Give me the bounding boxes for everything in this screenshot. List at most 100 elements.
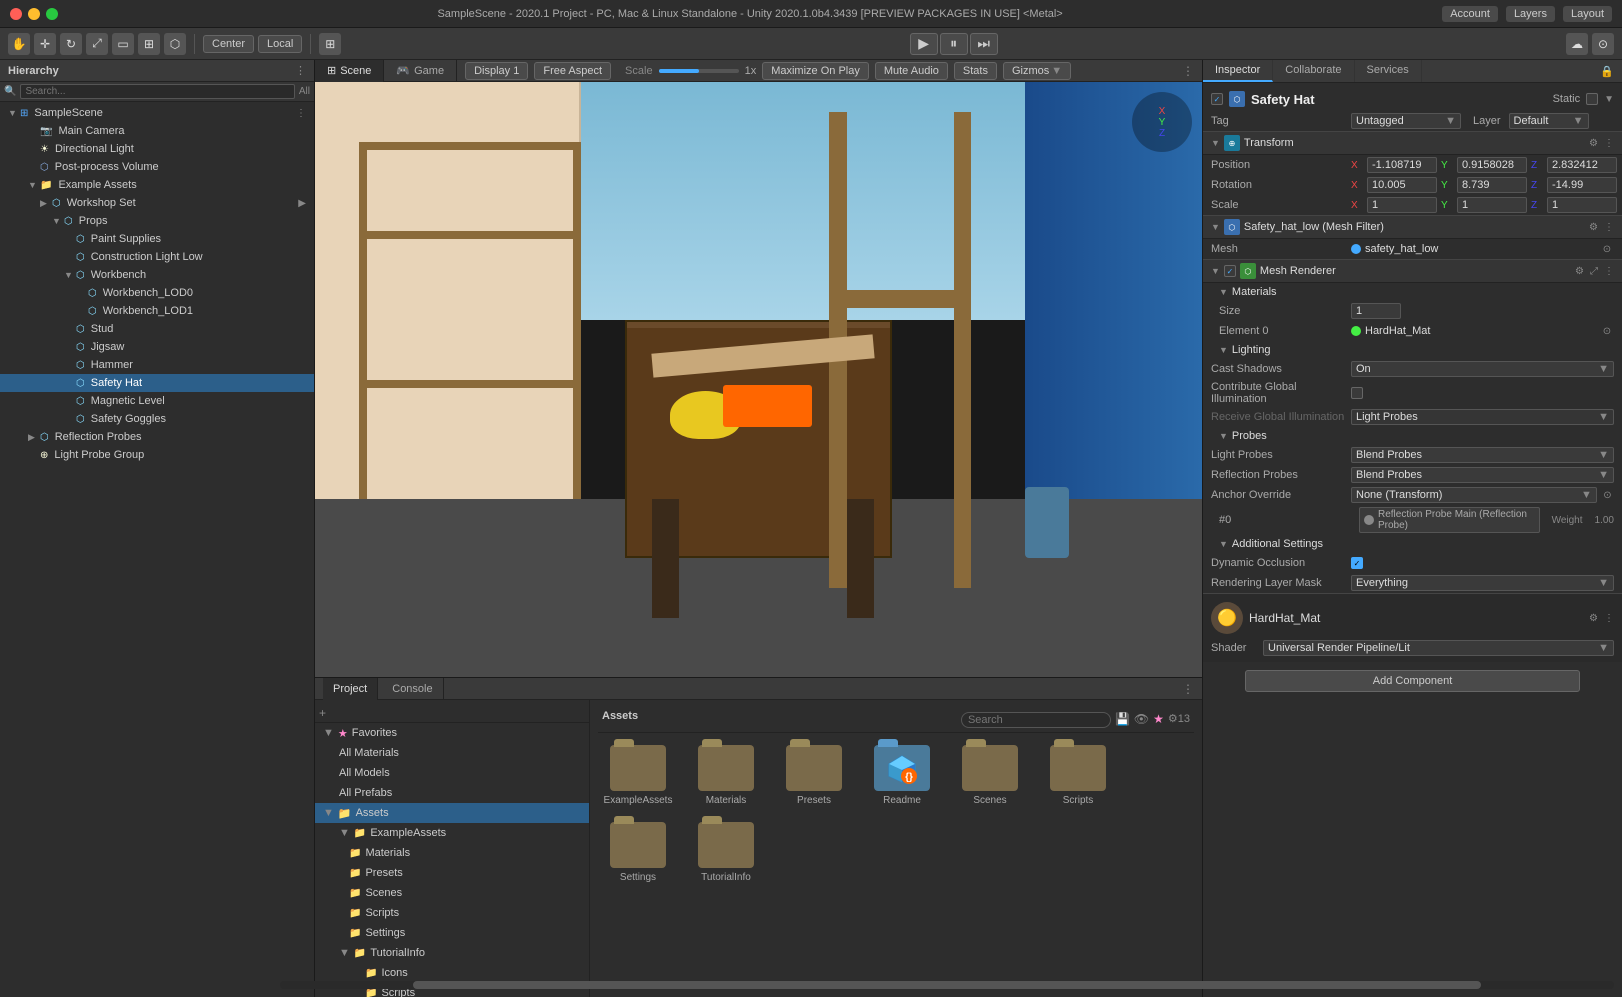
all-prefabs-item[interactable]: All Prefabs xyxy=(315,783,589,803)
tree-wb-lod0[interactable]: ⬡ Workbench_LOD0 xyxy=(0,284,314,302)
rot-x-input[interactable]: 10.005 xyxy=(1367,177,1437,193)
scale-slider[interactable] xyxy=(659,69,739,73)
layers-button[interactable]: Layers xyxy=(1506,6,1555,22)
pos-z-input[interactable]: 2.832412 xyxy=(1547,157,1617,173)
element-goto[interactable]: ⊙ xyxy=(1600,324,1614,338)
tree-scene-root[interactable]: ▼ ⊞ SampleScene ⋮ xyxy=(0,104,314,122)
size-input[interactable]: 1 xyxy=(1351,303,1401,319)
scale-y-input[interactable]: 1 xyxy=(1457,197,1527,213)
probes-sub[interactable]: ▼ Probes xyxy=(1203,427,1622,445)
console-tab[interactable]: Console xyxy=(382,678,443,700)
mr-expand[interactable]: ⤢ xyxy=(1590,266,1598,277)
pos-y-input[interactable]: 0.9158028 xyxy=(1457,157,1527,173)
hh-settings[interactable]: ⚙ xyxy=(1589,613,1598,624)
asset-presets[interactable]: Presets xyxy=(774,741,854,810)
icons-item[interactable]: 📁 Icons xyxy=(315,963,589,983)
custom-tool[interactable]: ⬡ xyxy=(164,33,186,55)
hh-more[interactable]: ⋮ xyxy=(1604,613,1614,624)
project-more[interactable]: ⋮ xyxy=(1182,682,1194,696)
mr-settings[interactable]: ⚙ xyxy=(1575,266,1584,277)
mesh-renderer-section[interactable]: ▼ ⬡ Mesh Renderer ⚙ ⤢ ⋮ xyxy=(1203,259,1622,283)
mr-more[interactable]: ⋮ xyxy=(1604,266,1614,277)
asset-example-assets[interactable]: ExampleAssets xyxy=(598,741,678,810)
lock-icon[interactable]: 🔒 xyxy=(1600,65,1614,78)
receive-gi-dropdown[interactable]: Light Probes ▼ xyxy=(1351,409,1614,425)
tree-workshop-set[interactable]: ▶ ⬡ Workshop Set ▶ xyxy=(0,194,314,212)
tree-hammer[interactable]: ⬡ Hammer xyxy=(0,356,314,374)
scripts-item[interactable]: 📁 Scripts xyxy=(315,903,589,923)
assets-search[interactable] xyxy=(961,712,1111,728)
tree-goggles[interactable]: ⬡ Safety Goggles xyxy=(0,410,314,428)
game-tab[interactable]: 🎮 Game xyxy=(384,60,457,82)
layer-dropdown[interactable]: Default ▼ xyxy=(1509,113,1589,129)
tree-directional-light[interactable]: ☀ Directional Light xyxy=(0,140,314,158)
add-component-button[interactable]: Add Component xyxy=(1245,670,1580,692)
account-button[interactable]: Account xyxy=(1442,6,1498,22)
rp-dropdown[interactable]: Blend Probes ▼ xyxy=(1351,467,1614,483)
transform-settings[interactable]: ⚙ xyxy=(1589,138,1598,149)
project-add[interactable]: + xyxy=(319,706,326,720)
services-tab[interactable]: Services xyxy=(1355,60,1422,82)
minimize-button[interactable] xyxy=(28,8,40,20)
static-arrow[interactable]: ▼ xyxy=(1604,94,1614,105)
asset-readme[interactable]: {} Readme xyxy=(862,741,942,810)
tree-safety-hat[interactable]: ⬡ Safety Hat xyxy=(0,374,314,392)
rot-y-input[interactable]: 8.739 xyxy=(1457,177,1527,193)
settings-item[interactable]: 📁 Settings xyxy=(315,923,589,943)
probe-reference[interactable]: Reflection Probe Main (Reflection Probe) xyxy=(1359,507,1540,533)
mesh-filter-section[interactable]: ▼ ⬡ Safety_hat_low (Mesh Filter) ⚙ ⋮ xyxy=(1203,215,1622,239)
scenes-item[interactable]: 📁 Scenes xyxy=(315,883,589,903)
scale-tool[interactable]: ⤢ xyxy=(86,33,108,55)
viewport-more[interactable]: ⋮ xyxy=(1182,64,1194,78)
gizmos-button[interactable]: Gizmos ▼ xyxy=(1003,62,1071,80)
assets-section[interactable]: ▼ 📁 Assets xyxy=(315,803,589,823)
contribute-gi-checkbox[interactable] xyxy=(1351,387,1363,399)
mr-active[interactable] xyxy=(1224,265,1236,277)
tree-wb-lod1[interactable]: ⬡ Workbench_LOD1 xyxy=(0,302,314,320)
step-button[interactable]: ⏭ xyxy=(970,33,998,55)
mesh-goto[interactable]: ⊙ xyxy=(1600,242,1614,256)
grid-tool[interactable]: ⊞ xyxy=(319,33,341,55)
tree-paint[interactable]: ⬡ Paint Supplies xyxy=(0,230,314,248)
scrollbar-thumb[interactable] xyxy=(590,981,1202,989)
scene-tab[interactable]: ⊞ Scene xyxy=(315,60,384,82)
hand-tool[interactable]: ✋ xyxy=(8,33,30,55)
collaborate-tab[interactable]: Collaborate xyxy=(1273,60,1354,82)
center-button[interactable]: Center xyxy=(203,35,254,53)
materials-item[interactable]: 📁 Materials xyxy=(315,843,589,863)
mf-more[interactable]: ⋮ xyxy=(1604,222,1614,233)
local-button[interactable]: Local xyxy=(258,35,302,53)
all-materials-item[interactable]: All Materials xyxy=(315,743,589,763)
tree-workbench[interactable]: ▼ ⬡ Workbench xyxy=(0,266,314,284)
aspect-button[interactable]: Free Aspect xyxy=(534,62,611,80)
mute-button[interactable]: Mute Audio xyxy=(875,62,948,80)
example-assets-item[interactable]: ▼ 📁 ExampleAssets xyxy=(315,823,589,843)
tree-postprocess[interactable]: ⬡ Post-process Volume xyxy=(0,158,314,176)
rect-tool[interactable]: ▭ xyxy=(112,33,134,55)
tree-main-camera[interactable]: 📷 Main Camera xyxy=(0,122,314,140)
maximize-button[interactable]: Maximize On Play xyxy=(762,62,869,80)
scale-x-input[interactable]: 1 xyxy=(1367,197,1437,213)
tutorial-item[interactable]: ▼ 📁 TutorialInfo xyxy=(315,943,589,963)
move-tool[interactable]: ✛ xyxy=(34,33,56,55)
additional-sub[interactable]: ▼ Additional Settings xyxy=(1203,535,1622,553)
tree-construction-light[interactable]: ⬡ Construction Light Low xyxy=(0,248,314,266)
favorites-section[interactable]: ▼ ★ Favorites xyxy=(315,723,589,743)
tree-magnetic[interactable]: ⬡ Magnetic Level xyxy=(0,392,314,410)
transform-tool[interactable]: ⊞ xyxy=(138,33,160,55)
asset-scripts[interactable]: Scripts xyxy=(1038,741,1118,810)
close-button[interactable] xyxy=(10,8,22,20)
scene-more[interactable]: ⋮ xyxy=(296,108,306,119)
viewport-3d[interactable]: X Y Z xyxy=(315,82,1202,677)
tree-reflection-probes[interactable]: ▶ ⬡ Reflection Probes xyxy=(0,428,314,446)
eye-icon[interactable]: 👁 xyxy=(1134,712,1149,728)
rot-z-input[interactable]: -14.99 xyxy=(1547,177,1617,193)
presets-item[interactable]: 📁 Presets xyxy=(315,863,589,883)
transform-more[interactable]: ⋮ xyxy=(1604,138,1614,149)
light-probes-dropdown[interactable]: Blend Probes ▼ xyxy=(1351,447,1614,463)
asset-materials[interactable]: Materials xyxy=(686,741,766,810)
star-icon2[interactable]: ★ xyxy=(1153,712,1164,728)
all-models-item[interactable]: All Models xyxy=(315,763,589,783)
project-tab[interactable]: Project xyxy=(323,678,378,700)
anchor-goto[interactable]: ⊙ xyxy=(1601,488,1614,502)
